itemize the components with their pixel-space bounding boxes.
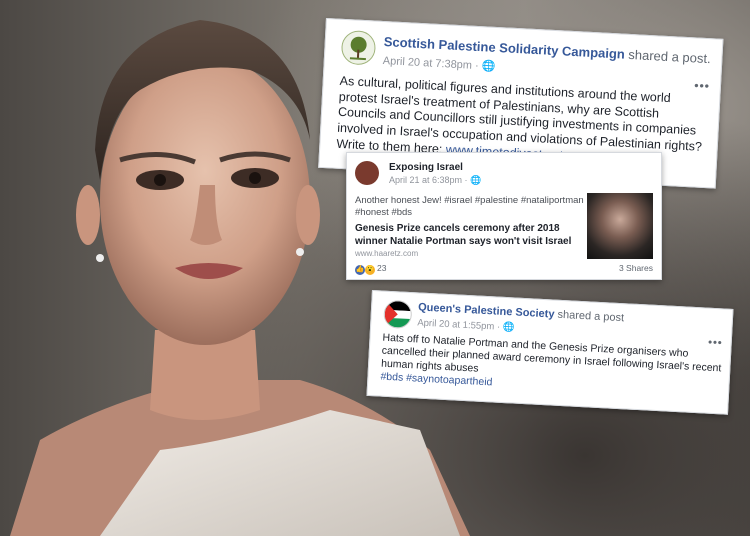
globe-icon: 🌐 bbox=[481, 60, 496, 73]
link-headline[interactable]: Genesis Prize cancels ceremony after 201… bbox=[355, 223, 591, 248]
shared-label: shared a post bbox=[557, 308, 625, 325]
shared-label: shared a post. bbox=[628, 46, 712, 67]
reaction-icons[interactable]: 👍😮 bbox=[355, 263, 375, 275]
like-icon: 👍 bbox=[355, 265, 365, 275]
link-thumbnail[interactable] bbox=[587, 193, 653, 259]
more-options-button[interactable]: ••• bbox=[694, 78, 710, 93]
post-timestamp[interactable]: April 20 at 1:55pm · 🌐 bbox=[417, 317, 515, 333]
wow-icon: 😮 bbox=[365, 265, 375, 275]
page-avatar[interactable] bbox=[355, 161, 379, 185]
post-timestamp[interactable]: April 21 at 6:38pm · 🌐 bbox=[389, 175, 481, 186]
post-text: Another honest Jew! #israel #palestine #… bbox=[355, 195, 584, 219]
page-avatar[interactable] bbox=[383, 299, 413, 330]
globe-icon: 🌐 bbox=[470, 175, 482, 185]
reaction-count[interactable]: 23 bbox=[377, 263, 386, 273]
post-card: Exposing Israel April 21 at 6:38pm · 🌐 A… bbox=[346, 152, 662, 280]
post-timestamp[interactable]: April 20 at 7:38pm · 🌐 bbox=[383, 54, 496, 73]
globe-icon: 🌐 bbox=[502, 321, 515, 334]
tree-icon bbox=[349, 36, 367, 61]
palestine-flag-icon bbox=[384, 300, 412, 329]
shared-post-card: Queen's Palestine Society shared a post … bbox=[366, 290, 734, 415]
link-domain: www.haaretz.com bbox=[355, 249, 419, 258]
post-body: Hats off to Natalie Portman and the Gene… bbox=[380, 332, 722, 402]
page-avatar[interactable] bbox=[340, 29, 377, 66]
share-count[interactable]: 3 Shares bbox=[619, 263, 653, 273]
page-name[interactable]: Exposing Israel bbox=[389, 162, 463, 173]
more-options-button[interactable]: ••• bbox=[708, 337, 723, 350]
